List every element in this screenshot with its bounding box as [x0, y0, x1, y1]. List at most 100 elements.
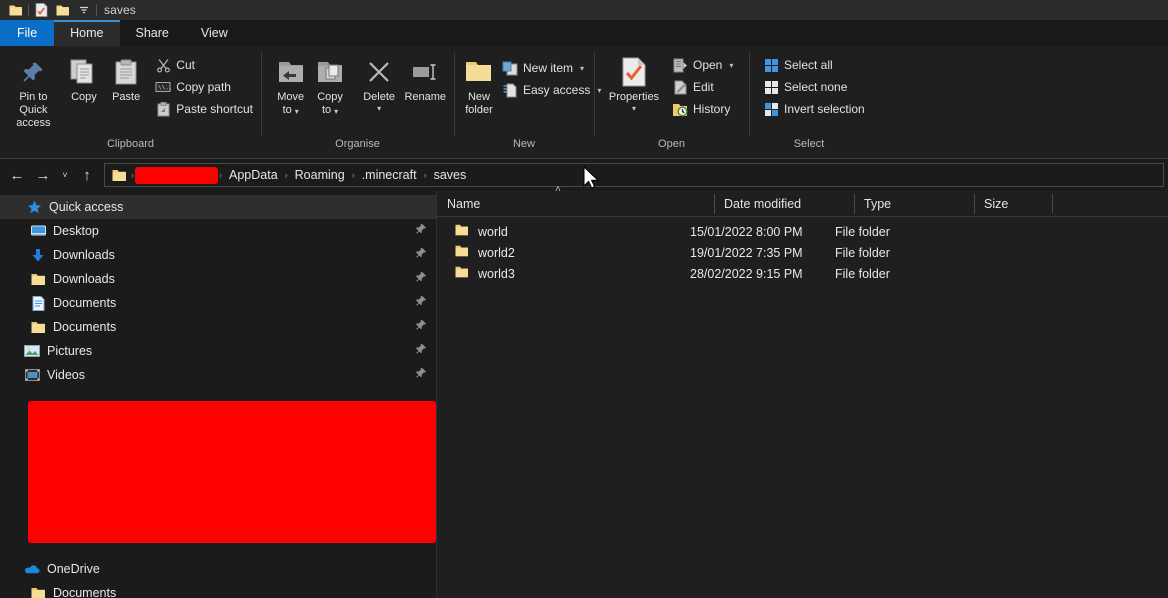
easy-access-icon	[502, 82, 518, 98]
edit-button[interactable]: Edit	[668, 76, 737, 98]
sidebar-item-pictures[interactable]: Pictures	[0, 339, 436, 363]
breadcrumb-appdata[interactable]: AppData	[223, 168, 284, 182]
invert-selection-label: Invert selection	[784, 102, 865, 116]
new-folder-button[interactable]: New folder	[462, 52, 496, 117]
file-name-cell[interactable]: world3	[437, 266, 690, 281]
open-icon	[672, 57, 688, 73]
sidebar-item-documents-folder[interactable]: Documents	[0, 315, 436, 339]
copy-to-button[interactable]: Copy to ▾	[310, 52, 349, 117]
breadcrumb-folder-icon[interactable]	[111, 169, 130, 182]
copy-button[interactable]: Copy	[63, 52, 105, 104]
ribbon-group-label-new: New	[512, 138, 535, 150]
breadcrumb[interactable]: › › AppData › Roaming › .minecraft › sav…	[104, 163, 1164, 187]
rename-button[interactable]: Rename	[401, 52, 450, 104]
tab-file[interactable]: File	[0, 20, 55, 46]
qat-new-folder-icon[interactable]	[52, 1, 73, 19]
pin-icon[interactable]	[415, 367, 427, 382]
history-label: History	[693, 102, 731, 116]
tab-view[interactable]: View	[185, 20, 244, 46]
breadcrumb-minecraft[interactable]: .minecraft	[356, 168, 423, 182]
column-header-date-label: Date modified	[724, 196, 802, 211]
table-row[interactable]: world 15/01/2022 8:00 PM File folder	[437, 221, 1168, 242]
up-button[interactable]: ↑	[74, 162, 100, 188]
move-to-chevron-down-icon[interactable]: ▾	[295, 107, 299, 115]
select-none-button[interactable]: Select none	[759, 76, 869, 98]
select-all-button[interactable]: Select all	[759, 54, 869, 76]
copy-path-icon: \\..	[155, 79, 171, 95]
file-name-cell[interactable]: world2	[437, 245, 690, 260]
delete-chevron-down-icon[interactable]: ▾	[377, 105, 381, 113]
pin-icon[interactable]	[415, 343, 427, 358]
breadcrumb-redacted-user[interactable]	[135, 166, 218, 184]
column-header-name[interactable]: Name ˄	[437, 184, 714, 217]
properties-button[interactable]: Properties ▾	[602, 52, 666, 113]
open-small-buttons: Open ▾ Edit History	[668, 52, 737, 120]
table-row[interactable]: world3 28/02/2022 9:15 PM File folder	[437, 263, 1168, 284]
new-item-icon	[502, 60, 518, 76]
sidebar-item-documents-pinned[interactable]: Documents	[0, 291, 436, 315]
qat-properties-icon[interactable]	[31, 1, 52, 19]
paste-shortcut-button[interactable]: Paste shortcut	[151, 98, 257, 120]
recent-locations-button[interactable]: ˅	[56, 162, 74, 188]
sidebar-item-downloads-pinned[interactable]: Downloads	[0, 243, 436, 267]
delete-button[interactable]: Delete ▾	[358, 52, 401, 113]
tab-home[interactable]: Home	[54, 20, 120, 46]
column-header-size[interactable]: Size	[974, 191, 1054, 217]
table-row[interactable]: world2 19/01/2022 7:35 PM File folder	[437, 242, 1168, 263]
navigation-pane[interactable]: Quick access Desktop Downloads Downloads…	[0, 191, 437, 598]
sidebar-item-desktop[interactable]: Desktop	[0, 219, 436, 243]
pin-icon[interactable]	[415, 223, 427, 238]
tab-share[interactable]: Share	[120, 20, 185, 46]
sidebar-item-quick-access[interactable]: Quick access	[0, 195, 436, 219]
qat-folder-icon[interactable]	[5, 1, 26, 19]
pin-icon[interactable]	[415, 295, 427, 310]
file-name-cell[interactable]: world	[437, 224, 690, 239]
select-none-icon	[763, 79, 779, 95]
paste-button[interactable]: Paste	[105, 52, 147, 104]
new-folder-label-2: folder	[465, 104, 493, 116]
open-chevron-down-icon[interactable]: ▾	[729, 61, 733, 70]
pin-to-quick-access-button[interactable]: Pin to Quick access	[4, 52, 63, 130]
pin-icon[interactable]	[415, 247, 427, 262]
column-header-type-label: Type	[864, 196, 892, 211]
easy-access-button[interactable]: Easy access ▾	[498, 79, 605, 101]
properties-chevron-down-icon[interactable]: ▾	[632, 105, 636, 113]
file-list-pane[interactable]: Name ˄ Date modified Type Size world 15/…	[437, 184, 1168, 598]
new-item-label: New item	[523, 61, 574, 75]
copy-to-chevron-down-icon[interactable]: ▾	[334, 107, 338, 115]
ribbon-group-label-organise: Organise	[335, 138, 380, 150]
sidebar-item-onedrive-documents[interactable]: Documents	[0, 581, 436, 598]
file-date-cell: 15/01/2022 8:00 PM	[690, 224, 803, 239]
rename-label: Rename	[404, 91, 447, 103]
history-button[interactable]: History	[668, 98, 737, 120]
sort-ascending-icon: ˄	[555, 183, 561, 195]
sidebar-item-videos[interactable]: Videos	[0, 363, 436, 387]
column-header-date-modified[interactable]: Date modified	[714, 191, 854, 217]
back-button[interactable]: ←	[4, 162, 30, 188]
new-item-chevron-down-icon[interactable]: ▾	[580, 64, 584, 73]
clipboard-small-buttons: Cut \\.. Copy path Paste shortcut	[151, 52, 257, 120]
move-to-button[interactable]: Move to ▾	[271, 52, 310, 117]
file-date-cell: 19/01/2022 7:35 PM	[690, 245, 803, 260]
pin-icon[interactable]	[415, 319, 427, 334]
invert-selection-button[interactable]: Invert selection	[759, 98, 869, 120]
pin-icon	[20, 56, 46, 88]
open-label: Open	[693, 58, 723, 72]
ribbon-group-select: Select all Select none Invert selection …	[749, 46, 869, 158]
cut-button[interactable]: Cut	[151, 54, 257, 76]
pin-icon[interactable]	[415, 271, 427, 286]
breadcrumb-roaming[interactable]: Roaming	[289, 168, 351, 182]
videos-icon	[24, 367, 40, 383]
sidebar-item-downloads-folder[interactable]: Downloads	[0, 267, 436, 291]
open-button[interactable]: Open ▾	[668, 54, 737, 76]
ribbon-group-label-clipboard: Clipboard	[106, 138, 155, 150]
file-name-label: world	[478, 224, 508, 239]
new-item-button[interactable]: New item ▾	[498, 57, 605, 79]
copy-path-button[interactable]: \\.. Copy path	[151, 76, 257, 98]
column-header-type[interactable]: Type	[854, 191, 974, 217]
forward-button[interactable]: →	[30, 162, 56, 188]
breadcrumb-saves[interactable]: saves	[428, 168, 473, 182]
sidebar-item-onedrive[interactable]: OneDrive	[0, 557, 436, 581]
edit-icon	[672, 79, 688, 95]
qat-customize-dropdown-icon[interactable]	[73, 1, 94, 19]
